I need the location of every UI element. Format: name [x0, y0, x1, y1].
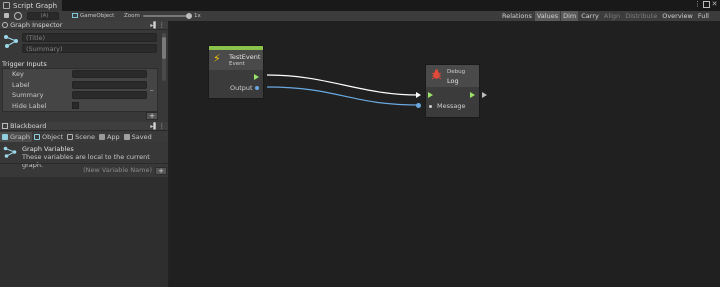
graph-canvas[interactable]: ⚡ TestEvent Event Output Debug Log Messa…	[169, 21, 720, 287]
graph-title-field[interactable]: (Title)	[22, 33, 157, 42]
output-label: Output	[230, 84, 253, 92]
distribute-dropdown[interactable]: Distribute ▾	[623, 11, 659, 30]
app-icon	[98, 134, 105, 140]
trigger-inputs-box: Key Label Summary Hide Label –	[2, 68, 158, 112]
key-field[interactable]	[72, 70, 147, 78]
graph-icon	[3, 34, 19, 48]
relations-button[interactable]: Relations	[500, 11, 534, 21]
graph-inspector-header: Graph Inspector ▸▌ ⋮	[0, 21, 168, 30]
tab-scene-label: Scene	[75, 133, 95, 141]
graph-object-field[interactable]: (A)	[27, 12, 59, 20]
summary-field[interactable]	[72, 91, 147, 99]
test-event-node[interactable]: ⚡ TestEvent Event Output	[208, 45, 264, 99]
zoom-value: 1x	[194, 13, 201, 19]
blackboard-empty-area	[0, 177, 168, 287]
key-label: Key	[12, 70, 24, 78]
close-icon[interactable]: ✕	[711, 1, 718, 8]
blackboard-icon	[2, 123, 8, 129]
values-button[interactable]: Values	[534, 11, 561, 21]
dim-button[interactable]: Dim	[561, 11, 579, 21]
info-icon[interactable]	[14, 12, 22, 20]
more-icon[interactable]: ⋮	[159, 122, 166, 131]
square-icon[interactable]	[703, 1, 710, 8]
toolbar-buttons: Relations Values Dim Carry Align ▾ Distr…	[500, 11, 720, 30]
label-label: Label	[12, 81, 30, 89]
target-label: GameObject	[80, 13, 115, 19]
tab-saved-label: Saved	[131, 133, 152, 141]
overview-button[interactable]: Overview	[660, 11, 695, 21]
hide-label-checkbox[interactable]	[72, 102, 79, 109]
align-dropdown[interactable]: Align ▾	[602, 11, 622, 30]
add-trigger-button[interactable]: +	[146, 112, 158, 120]
flow-output-port[interactable]	[470, 92, 475, 98]
hide-label-label: Hide Label	[12, 102, 47, 110]
remove-trigger-button[interactable]: –	[150, 86, 154, 94]
value-input-port[interactable]	[416, 103, 421, 108]
sidebar: Graph Inspector ▸▌ ⋮ (Title) (Summary) T…	[0, 21, 169, 287]
object-icon	[33, 134, 40, 140]
gameobject-icon	[72, 13, 78, 18]
dock-icon[interactable]: ▸▌	[150, 21, 158, 30]
message-input-dot	[429, 105, 432, 108]
value-output-port[interactable]	[255, 86, 259, 90]
blackboard-tabs: Graph Object Scene App Saved	[0, 132, 168, 142]
tab-app[interactable]: App	[97, 132, 122, 142]
window-tab-bar: Script Graph ⋮ ✕	[0, 0, 720, 11]
flow-output-port[interactable]	[254, 74, 259, 80]
new-variable-name-field[interactable]: (New Variable Name)	[0, 166, 152, 175]
more-icon[interactable]: ⋮	[159, 21, 166, 30]
bug-icon	[431, 69, 442, 80]
variables-list-divider	[0, 163, 168, 164]
value-connection	[266, 86, 420, 106]
tab-saved[interactable]: Saved	[122, 132, 154, 142]
event-node-title: TestEvent	[229, 53, 261, 61]
tab-object-label: Object	[41, 133, 64, 141]
blackboard-title: Blackboard	[10, 122, 47, 130]
inspector-scrollbar-thumb[interactable]	[162, 37, 166, 59]
graph-variables-title: Graph Variables	[22, 145, 74, 153]
script-graph-icon	[3, 2, 10, 9]
flow-input-connector[interactable]	[416, 92, 421, 98]
zoom-slider-handle[interactable]	[186, 13, 192, 19]
zoom-slider[interactable]	[143, 15, 189, 17]
graph-icon	[2, 134, 8, 140]
tab-object[interactable]: Object	[32, 132, 65, 142]
flow-connection	[266, 74, 420, 96]
full-screen-button[interactable]: Full Screen	[696, 11, 720, 30]
dock-icon[interactable]: ▸▌	[150, 122, 158, 131]
graph-summary-field[interactable]: (Summary)	[22, 44, 157, 53]
tab-app-label: App	[106, 133, 120, 141]
summary-label: Summary	[12, 91, 44, 99]
zoom-label: Zoom	[124, 13, 140, 19]
graph-inspector-title: Graph Inspector	[10, 21, 63, 29]
scene-icon	[67, 134, 74, 140]
tab-script-graph[interactable]: Script Graph	[0, 0, 62, 11]
carry-button[interactable]: Carry	[579, 11, 601, 21]
inspector-icon	[2, 22, 8, 28]
lightning-icon: ⚡	[213, 52, 221, 65]
tab-graph-label: Graph	[10, 133, 30, 141]
event-node-subtitle: Event	[229, 61, 245, 67]
tab-scene[interactable]: Scene	[65, 132, 97, 142]
saved-icon	[123, 134, 130, 140]
debug-log-node[interactable]: Debug Log Message	[425, 64, 480, 118]
blackboard-header: Blackboard ▸▌ ⋮	[0, 122, 168, 131]
add-variable-button[interactable]: +	[155, 167, 167, 175]
log-node-title: Log	[447, 77, 459, 85]
tab-title: Script Graph	[13, 1, 57, 10]
label-field[interactable]	[72, 81, 147, 89]
message-label: Message	[437, 102, 466, 110]
empty-flow-output-port[interactable]	[482, 92, 487, 98]
log-node-category: Debug	[447, 69, 466, 75]
trigger-inputs-header: Trigger Inputs	[2, 60, 47, 68]
flow-input-port[interactable]	[428, 92, 433, 98]
graph-variables-icon	[3, 146, 17, 158]
tab-graph[interactable]: Graph	[0, 132, 32, 142]
more-vert-icon[interactable]: ⋮	[694, 1, 701, 8]
lock-icon[interactable]	[4, 13, 9, 18]
